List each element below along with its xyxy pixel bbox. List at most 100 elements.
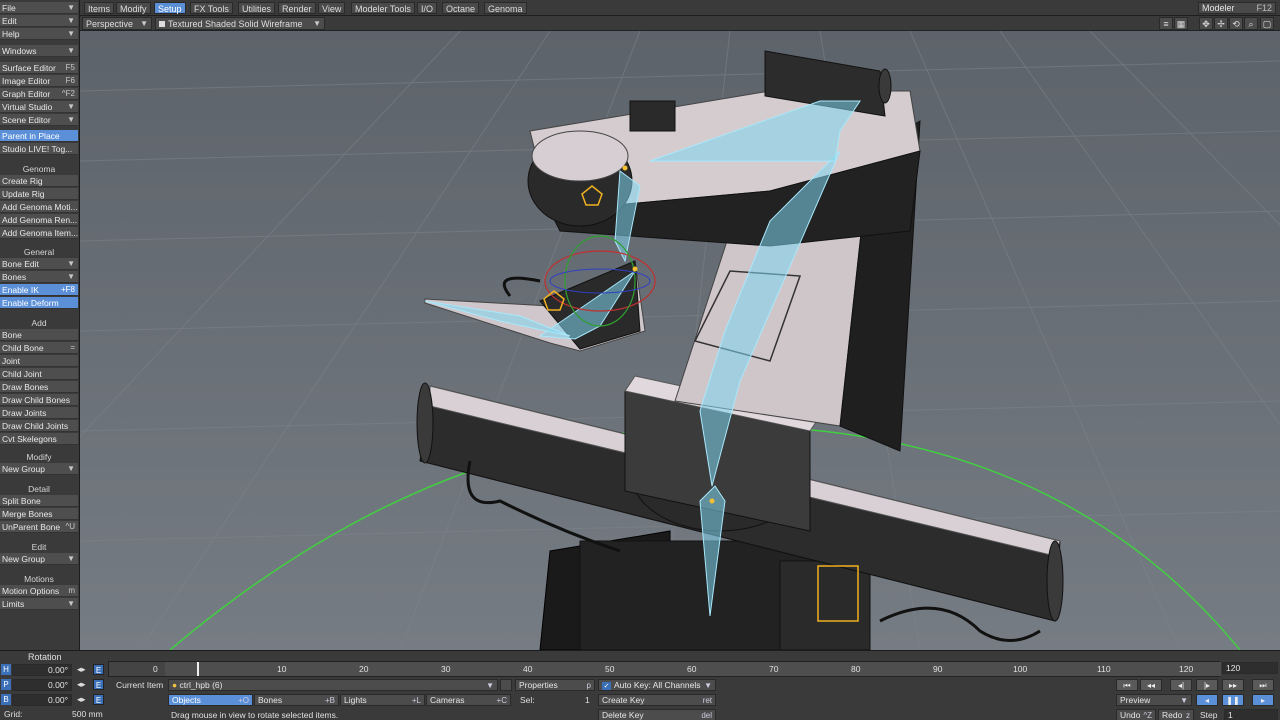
tab-io[interactable]: I/O [417,2,438,14]
tab-items[interactable]: Items [84,2,115,14]
p-arrow-icon[interactable]: ◂▸ [77,679,86,690]
end-frame-field[interactable]: 120 [1222,662,1278,674]
unparent-bone-button[interactable]: UnParent Bone ^U [0,521,78,533]
b-envelope-button[interactable]: E [93,694,104,705]
add-genoma-item-button[interactable]: Add Genoma Item... [0,227,78,239]
new-group-button-edit[interactable]: New Group ▼ [0,553,78,565]
draw-joints-button[interactable]: Draw Joints [0,407,78,419]
tab-render[interactable]: Render [278,2,316,14]
play-icon[interactable]: ▸ [1252,694,1274,706]
tab-utilities[interactable]: Utilities [238,2,276,14]
properties-button[interactable]: Properties p [515,679,595,691]
menu-edit[interactable]: Edit ▼ [0,15,78,27]
next-frame-icon[interactable]: |▸ [1196,679,1218,691]
tab-modify[interactable]: Modify [116,2,151,14]
lights-button[interactable]: Lights +L [340,694,425,706]
enable-ik-button[interactable]: Enable IK +F8 [0,284,78,296]
go-to-start-icon[interactable]: ⏮ [1116,679,1138,691]
rotation-label: Rotation [28,652,62,662]
heading-field[interactable]: 0.00° [12,664,72,676]
tab-fx-tools[interactable]: FX Tools [190,2,233,14]
prev-key-icon[interactable]: ◂◂ [1140,679,1162,691]
tick-10: 10 [277,664,287,674]
b-arrow-icon[interactable]: ◂▸ [77,694,86,705]
preview-dropdown[interactable]: Preview ▼ [1116,694,1192,706]
draw-bones-button[interactable]: Draw Bones [0,381,78,393]
render-mode-dropdown[interactable]: Textured Shaded Solid Wireframe ▼ [155,17,325,30]
draw-child-joints-button[interactable]: Draw Child Joints [0,420,78,432]
item-lock-button[interactable] [500,679,512,691]
enable-deform-button[interactable]: Enable Deform [0,297,78,309]
step-field[interactable]: 1 [1224,709,1278,720]
pan-view-icon[interactable]: ✢ [1214,17,1228,30]
joint-button[interactable]: Joint [0,355,78,367]
add-genoma-render-button[interactable]: Add Genoma Ren... [0,214,78,226]
child-bone-button[interactable]: Child Bone = [0,342,78,354]
tab-octane[interactable]: Octane [442,2,480,14]
3d-viewport[interactable] [80,31,1280,650]
limits-button[interactable]: Limits ▼ [0,598,78,610]
p-envelope-button[interactable]: E [93,679,104,690]
menu-file[interactable]: File ▼ [0,2,78,14]
add-bone-button[interactable]: Bone [0,329,78,341]
current-item-dropdown[interactable]: ● ctrl_hpb (6) ▼ [168,679,498,691]
maximize-icon[interactable]: ▢ [1260,17,1274,30]
surface-editor-button[interactable]: Surface Editor F5 [0,62,78,74]
grid-icon[interactable]: ▦ [1174,17,1188,30]
convert-skelegons-button[interactable]: Cvt Skelegons [0,433,78,445]
studio-live-toggle-button[interactable]: Studio LIVE! Tog... [0,143,78,155]
scene-editor-button[interactable]: Scene Editor ▼ [0,114,78,126]
tab-genoma[interactable]: Genoma [484,2,527,14]
bones-select-button[interactable]: Bones +B [254,694,339,706]
virtual-studio-button[interactable]: Virtual Studio ▼ [0,101,78,113]
view-mode-dropdown[interactable]: Perspective ▼ [82,17,152,30]
list-icon[interactable]: ≡ [1159,17,1173,30]
update-rig-button[interactable]: Update Rig [0,188,78,200]
prev-frame-icon[interactable]: ◂| [1170,679,1192,691]
auto-key-dropdown[interactable]: ✓ Auto Key: All Channels ▼ [598,679,716,691]
pause-icon[interactable]: ❚❚ [1222,694,1244,706]
genoma-header: Genoma [0,164,78,175]
menu-windows[interactable]: Windows ▼ [0,45,78,57]
play-reverse-icon[interactable]: ◂ [1196,694,1218,706]
objects-button[interactable]: Objects +O [168,694,253,706]
modeler-switch-button[interactable]: Modeler F12 [1198,2,1276,14]
draw-child-bones-button[interactable]: Draw Child Bones [0,394,78,406]
pitch-field[interactable]: 0.00° [12,679,72,691]
tab-setup[interactable]: Setup [154,2,186,14]
add-genoma-motion-button[interactable]: Add Genoma Moti... [0,201,78,213]
delete-key-button[interactable]: Delete Key del [598,709,716,720]
tick-80: 80 [851,664,861,674]
create-rig-button[interactable]: Create Rig [0,175,78,187]
redo-button[interactable]: Redo z [1158,709,1194,720]
bank-field[interactable]: 0.00° [12,694,72,706]
bones-button[interactable]: Bones ▼ [0,271,78,283]
h-arrow-icon[interactable]: ◂▸ [77,664,86,675]
split-bone-button[interactable]: Split Bone [0,495,78,507]
tick-60: 60 [687,664,697,674]
tick-100: 100 [1013,664,1028,674]
create-key-button[interactable]: Create Key ret [598,694,716,706]
timeline-ruler[interactable]: 0 10 20 30 40 50 60 70 80 90 100 110 120 [108,661,1221,677]
undo-button[interactable]: Undo ^Z [1116,709,1156,720]
image-editor-button[interactable]: Image Editor F6 [0,75,78,87]
tab-modeler-tools[interactable]: Modeler Tools [351,2,415,14]
cameras-button[interactable]: Cameras +C [426,694,511,706]
motion-options-button[interactable]: Motion Options m [0,585,78,597]
child-joint-button[interactable]: Child Joint [0,368,78,380]
bone-edit-button[interactable]: Bone Edit ▼ [0,258,78,270]
h-envelope-button[interactable]: E [93,664,104,675]
status-message: Drag mouse in view to rotate selected it… [171,710,339,720]
graph-editor-button[interactable]: Graph Editor ^F2 [0,88,78,100]
next-key-icon[interactable]: ▸▸ [1222,679,1244,691]
parent-in-place-button[interactable]: Parent in Place [0,130,78,142]
merge-bones-button[interactable]: Merge Bones [0,508,78,520]
go-to-end-icon[interactable]: ⏭ [1252,679,1274,691]
tab-view[interactable]: View [318,2,346,14]
menu-help[interactable]: Help ▼ [0,28,78,40]
new-group-button-modify[interactable]: New Group ▼ [0,463,78,475]
current-frame-marker[interactable] [197,662,199,676]
zoom-icon[interactable]: ⌕ [1244,17,1258,30]
move-view-icon[interactable]: ✥ [1199,17,1213,30]
rotate-view-icon[interactable]: ⟲ [1229,17,1243,30]
